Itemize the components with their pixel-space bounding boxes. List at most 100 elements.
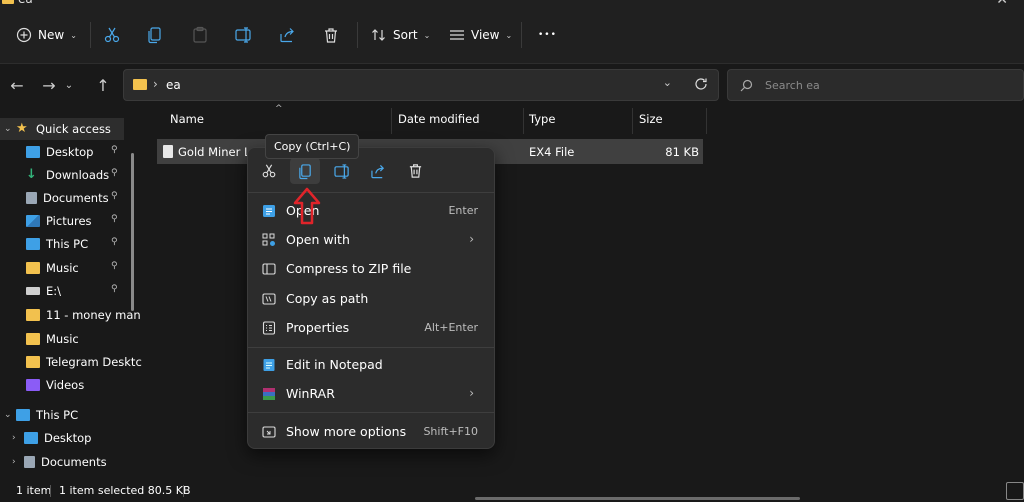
sidebar-item-music[interactable]: Music ⚲ [26, 257, 118, 279]
sidebar-item-label: Documents [43, 191, 109, 205]
sort-label: Sort [393, 28, 418, 42]
copy-icon [148, 27, 161, 44]
delete-button[interactable] [323, 19, 339, 51]
file-type: EX4 File [529, 145, 575, 159]
context-rename-button[interactable] [327, 158, 357, 184]
chevron-down-icon[interactable]: ⌄ [4, 124, 14, 134]
sidebar-item-videos[interactable]: Videos [26, 374, 84, 396]
chevron-down-icon: ⌄ [505, 30, 513, 40]
menu-item-show-more-options[interactable]: Show more options Shift+F10 [256, 419, 486, 445]
rename-button[interactable] [235, 19, 253, 51]
column-header-type[interactable]: Type [523, 112, 631, 132]
up-button[interactable]: ↑ [92, 74, 114, 96]
menu-item-compress-zip[interactable]: Compress to ZIP file [256, 256, 486, 282]
breadcrumb-separator: › [153, 77, 158, 91]
chevron-right-icon[interactable]: › [12, 433, 22, 443]
sidebar-item-pc-desktop[interactable]: › Desktop [12, 427, 91, 449]
menu-item-properties[interactable]: Properties Alt+Enter [256, 315, 486, 341]
view-icon [450, 30, 464, 40]
star-icon: ★ [16, 121, 28, 136]
column-divider[interactable] [706, 108, 707, 134]
pin-icon: ⚲ [111, 214, 118, 224]
back-button[interactable]: ← [6, 74, 28, 96]
new-button[interactable]: New ⌄ [16, 19, 77, 51]
menu-item-label: WinRAR [286, 386, 335, 401]
more-options-icon [262, 426, 276, 438]
chevron-down-icon: ⌄ [70, 30, 77, 40]
context-share-button[interactable] [363, 158, 393, 184]
share-icon [370, 164, 384, 178]
forward-button[interactable]: → [38, 74, 60, 96]
recent-locations-button[interactable]: ⌄ [62, 74, 76, 96]
command-bar: New ⌄ Sort ⌄ View ⌄ ••• [0, 6, 1024, 64]
sidebar-item-label: Downloads [46, 168, 110, 182]
horizontal-scrollbar[interactable] [475, 497, 800, 500]
sidebar-item-quick-access[interactable]: ⌄ ★ Quick access [0, 118, 124, 140]
sidebar-item-money-man[interactable]: 11 - money man [26, 304, 141, 326]
context-delete-button[interactable] [400, 158, 430, 184]
pin-icon: ⚲ [111, 145, 118, 155]
folder-icon [26, 262, 40, 274]
menu-item-open[interactable]: Open Enter [256, 198, 486, 224]
search-input[interactable]: Search ea [727, 69, 1024, 101]
menu-item-winrar[interactable]: WinRAR › [256, 381, 486, 407]
refresh-button[interactable] [694, 77, 708, 94]
copy-button[interactable] [147, 19, 163, 51]
sidebar-item-desktop[interactable]: Desktop ⚲ [26, 141, 118, 163]
sidebar-item-music-2[interactable]: Music [26, 328, 79, 350]
open-icon [263, 205, 275, 217]
sidebar-item-label: Desktop [46, 145, 94, 159]
documents-icon [24, 456, 35, 468]
sort-button[interactable]: Sort ⌄ [371, 19, 430, 51]
breadcrumb-ea[interactable]: ea [166, 78, 181, 92]
chevron-right-icon[interactable]: › [12, 457, 22, 467]
cut-button[interactable] [103, 19, 121, 51]
paste-button[interactable] [192, 19, 208, 51]
sidebar-item-documents[interactable]: Documents ⚲ [26, 187, 118, 209]
item-count: 1 item [16, 484, 52, 497]
address-history-button[interactable]: ⌄ [663, 76, 672, 89]
chevron-down-icon: ⌄ [423, 30, 431, 40]
menu-divider [248, 412, 494, 413]
sidebar-scrollbar[interactable] [131, 153, 134, 311]
file-icon [163, 145, 173, 158]
sidebar-item-drive-e[interactable]: E:\ ⚲ [26, 280, 118, 302]
sidebar-item-label: Music [46, 261, 79, 275]
context-copy-button[interactable] [290, 158, 320, 184]
more-options-button[interactable]: ••• [538, 19, 557, 51]
sidebar-item-label: Pictures [46, 214, 92, 228]
sidebar-item-pc-documents[interactable]: › Documents [12, 451, 107, 473]
menu-item-label: Properties [286, 320, 350, 335]
winrar-icon [263, 388, 275, 400]
videos-icon [26, 379, 40, 391]
sidebar-item-this-pc[interactable]: This PC ⚲ [26, 233, 118, 255]
delete-icon [409, 164, 421, 178]
menu-item-edit-notepad[interactable]: Edit in Notepad [256, 352, 486, 378]
divider [357, 22, 358, 48]
column-header-date[interactable]: Date modified [392, 112, 522, 132]
pin-icon: ⚲ [111, 284, 118, 294]
chevron-down-icon[interactable]: ⌄ [4, 410, 14, 420]
status-divider [183, 485, 184, 497]
navigation-pane: ⌄ ★ Quick access Desktop ⚲ ↓ Downloads ⚲… [0, 110, 142, 480]
pc-icon [16, 409, 30, 421]
context-cut-button[interactable] [254, 158, 284, 184]
sidebar-item-pictures[interactable]: Pictures ⚲ [26, 210, 118, 232]
desktop-icon [24, 432, 38, 444]
share-button[interactable] [279, 19, 297, 51]
sort-icon [372, 29, 385, 41]
address-bar[interactable]: › ea ⌄ [123, 69, 719, 101]
menu-item-copy-as-path[interactable]: Copy as path [256, 286, 486, 312]
column-header-size[interactable]: Size [633, 112, 705, 132]
sidebar-item-this-pc-root[interactable]: ⌄ This PC [4, 404, 78, 426]
details-view-button[interactable] [1006, 482, 1024, 500]
sidebar-item-downloads[interactable]: ↓ Downloads ⚲ [26, 164, 118, 186]
desktop-icon [26, 146, 40, 158]
menu-item-label: Open with [286, 232, 350, 247]
column-header-name[interactable]: Name [164, 112, 390, 132]
view-button[interactable]: View ⌄ [449, 19, 512, 51]
share-icon [280, 28, 294, 43]
sidebar-item-telegram[interactable]: Telegram Desktc [26, 351, 142, 373]
menu-item-open-with[interactable]: Open with › [256, 227, 486, 253]
sidebar-item-label: Music [46, 332, 79, 346]
